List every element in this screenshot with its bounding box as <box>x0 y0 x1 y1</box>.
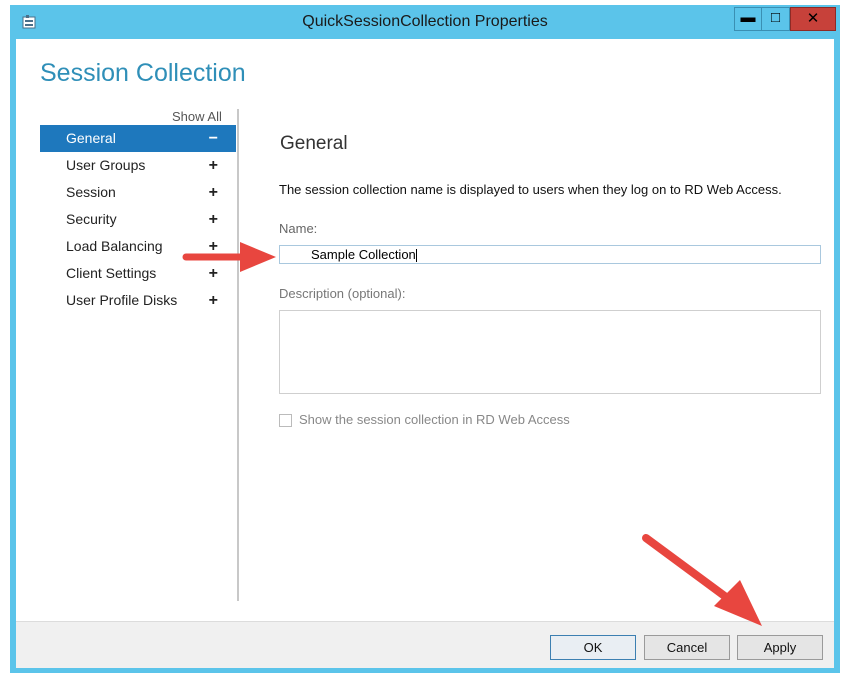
nav-item-label: User Groups <box>66 157 146 173</box>
minimize-button[interactable]: ▬ <box>734 7 762 31</box>
nav-item-session[interactable]: Session + <box>40 179 236 206</box>
collapse-icon: − <box>208 130 218 147</box>
nav-item-label: Client Settings <box>66 265 157 281</box>
annotation-arrow-apply-icon <box>642 534 762 626</box>
show-in-web-access-label: Show the session collection in RD Web Ac… <box>299 412 570 427</box>
nav-item-label: Load Balancing <box>66 238 163 254</box>
section-title: General <box>280 133 348 154</box>
nav-item-label: Session <box>66 184 116 200</box>
title-bar[interactable]: QuickSessionCollection Properties ▬ □ ✕ <box>10 5 840 39</box>
description-field[interactable] <box>279 310 821 394</box>
nav-item-label: Security <box>66 211 117 227</box>
nav-item-label: General <box>66 130 116 146</box>
maximize-icon: □ <box>770 9 781 26</box>
expand-icon: + <box>208 184 218 201</box>
close-icon: ✕ <box>806 10 820 27</box>
show-all-link[interactable]: Show All <box>172 109 222 124</box>
ok-button[interactable]: OK <box>550 635 636 660</box>
expand-icon: + <box>208 157 218 174</box>
expand-icon: + <box>208 292 218 309</box>
close-button[interactable]: ✕ <box>790 7 836 31</box>
name-field[interactable]: Sample Collection <box>279 245 821 264</box>
name-label: Name: <box>279 221 318 236</box>
name-field-value: Sample Collection <box>311 247 416 262</box>
text-caret <box>415 249 417 263</box>
cancel-button[interactable]: Cancel <box>644 635 730 660</box>
page-heading: Session Collection <box>40 59 246 87</box>
nav-item-user-profile-disks[interactable]: User Profile Disks + <box>40 287 236 314</box>
expand-icon: + <box>208 211 218 228</box>
window-title: QuickSessionCollection Properties <box>302 13 548 30</box>
maximize-button[interactable]: □ <box>762 7 790 31</box>
description-label: Description (optional): <box>279 286 406 301</box>
nav-item-general[interactable]: General − <box>40 125 236 152</box>
minimize-icon: ▬ <box>740 9 756 26</box>
section-description: The session collection name is displayed… <box>279 182 782 197</box>
show-in-web-access-option[interactable]: Show the session collection in RD Web Ac… <box>279 412 570 428</box>
annotation-arrow-name-icon <box>182 242 276 272</box>
nav-item-user-groups[interactable]: User Groups + <box>40 152 236 179</box>
show-in-web-access-checkbox[interactable] <box>279 414 292 428</box>
nav-divider <box>237 109 239 601</box>
nav-item-label: User Profile Disks <box>66 292 178 308</box>
nav-item-security[interactable]: Security + <box>40 206 236 233</box>
apply-button[interactable]: Apply <box>737 635 823 660</box>
settings-nav: General − User Groups + Session + Securi… <box>40 125 236 314</box>
